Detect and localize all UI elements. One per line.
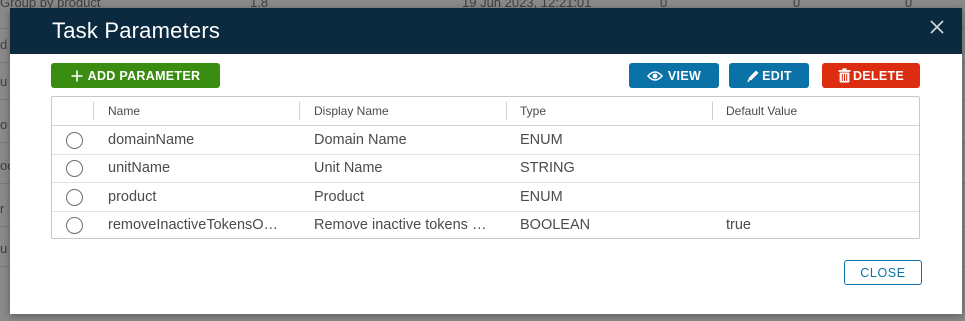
close-button[interactable]: CLOSE [844, 260, 922, 285]
background-cell: d [0, 37, 8, 52]
table-row[interactable]: domainName Domain Name ENUM [52, 126, 919, 155]
background-cell: o [0, 117, 8, 132]
edit-label: EDIT [762, 68, 792, 83]
dialog-header: Task Parameters [10, 8, 962, 54]
dialog-title: Task Parameters [52, 18, 221, 43]
background-cell: u [0, 241, 8, 256]
cell-name: product [108, 189, 157, 205]
cell-display-name: Remove inactive tokens … [314, 217, 487, 233]
table-header: Name Display Name Type Default Value [52, 97, 919, 126]
row-select-radio[interactable] [66, 160, 83, 177]
column-header-display-name[interactable]: Display Name [314, 104, 389, 118]
delete-label: DELETE [852, 68, 905, 83]
plus-icon [71, 70, 83, 82]
edit-button[interactable]: EDIT [729, 63, 809, 88]
cell-name: removeInactiveTokensO… [108, 217, 279, 233]
table-row[interactable]: product Product ENUM [52, 183, 919, 212]
column-header-name[interactable]: Name [108, 104, 140, 118]
table-row[interactable]: removeInactiveTokensO… Remove inactive t… [52, 211, 919, 239]
trash-icon [838, 68, 851, 83]
cell-default-value: true [726, 217, 751, 233]
cell-type: BOOLEAN [520, 217, 591, 233]
eye-icon [646, 70, 663, 82]
close-icon[interactable] [928, 18, 946, 36]
column-header-default-value[interactable]: Default Value [726, 104, 797, 118]
column-separator [299, 102, 300, 120]
cell-type: STRING [520, 160, 575, 176]
view-label: VIEW [667, 68, 702, 83]
view-button[interactable]: VIEW [629, 63, 719, 88]
cell-display-name: Unit Name [314, 160, 383, 176]
background-cell: u [0, 74, 8, 89]
table-row[interactable]: unitName Unit Name STRING [52, 154, 919, 183]
row-select-radio[interactable] [66, 217, 83, 234]
task-parameters-dialog: Task Parameters ADD PARAMETER VIEW EDIT … [10, 8, 962, 314]
row-select-radio[interactable] [66, 132, 83, 149]
row-select-radio[interactable] [66, 189, 83, 206]
cell-display-name: Product [314, 189, 364, 205]
add-parameter-label: ADD PARAMETER [87, 68, 201, 83]
background-cell: r [0, 201, 5, 216]
delete-button[interactable]: DELETE [822, 63, 920, 88]
column-separator [712, 102, 713, 120]
column-separator [93, 102, 94, 120]
pencil-icon [746, 69, 760, 83]
cell-display-name: Domain Name [314, 132, 407, 148]
cell-type: ENUM [520, 132, 563, 148]
parameters-table: Name Display Name Type Default Value dom… [51, 96, 920, 239]
column-separator [506, 102, 507, 120]
add-parameter-button[interactable]: ADD PARAMETER [51, 63, 220, 88]
cell-type: ENUM [520, 189, 563, 205]
column-header-type[interactable]: Type [520, 104, 546, 118]
cell-name: domainName [108, 132, 195, 148]
cell-name: unitName [108, 160, 171, 176]
